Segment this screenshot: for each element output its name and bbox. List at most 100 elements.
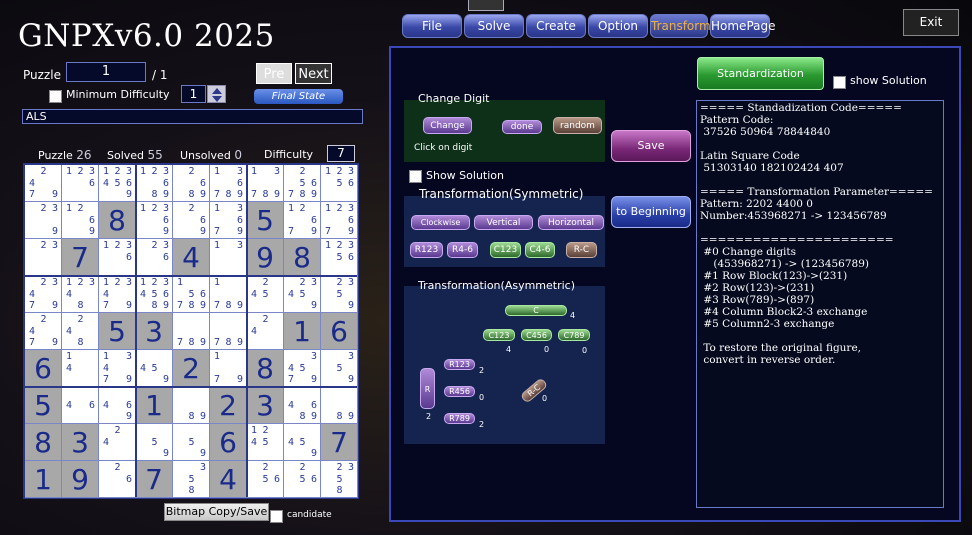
grid-cell[interactable]: 6 [210, 424, 247, 461]
grid-cell[interactable]: 7 [62, 239, 99, 276]
grid-cell[interactable]: 12356 [321, 165, 358, 202]
grid-cell[interactable]: 23 47 9 [25, 276, 62, 313]
spinner-up-icon[interactable] [212, 88, 222, 94]
exit-button[interactable]: Exit [903, 9, 959, 36]
grid-cell[interactable]: 23 9 [25, 202, 62, 239]
grid-cell[interactable]: 3 457 9 [284, 350, 321, 387]
grid-cell[interactable]: 789 [173, 313, 210, 350]
grid-cell[interactable]: 123 48 [62, 276, 99, 313]
grid-cell[interactable]: 4 [210, 461, 247, 498]
grid-cell[interactable]: 59 [136, 424, 173, 461]
grid-cell[interactable]: 256 [284, 461, 321, 498]
grid-cell[interactable]: 256 789 [284, 165, 321, 202]
grid-cell[interactable]: 2358 [321, 461, 358, 498]
grid-cell[interactable]: 1 [25, 461, 62, 498]
c-asym-button[interactable]: C [505, 305, 567, 316]
grid-cell[interactable]: 4 689 [284, 387, 321, 424]
grid-cell[interactable]: 1 [136, 387, 173, 424]
min-difficulty-input[interactable]: 1 [181, 85, 206, 103]
grid-cell[interactable]: 358 [173, 461, 210, 498]
standardization-button[interactable]: Standardization [697, 57, 824, 90]
grid-cell[interactable]: 3 [62, 424, 99, 461]
grid-cell[interactable]: 2689 [173, 165, 210, 202]
grid-cell[interactable]: 1269 [62, 202, 99, 239]
change-button[interactable]: Change [423, 117, 472, 134]
grid-cell[interactable]: 26 [99, 461, 136, 498]
c456-asym-button[interactable]: C456 [521, 329, 552, 341]
spinner-down-icon[interactable] [212, 96, 222, 102]
puzzle-number-input[interactable]: 1 [66, 62, 146, 82]
grid-cell[interactable]: 4 69 [99, 387, 136, 424]
grid-cell[interactable]: 3 [136, 313, 173, 350]
grid-cell[interactable]: 23 [25, 239, 62, 276]
grid-cell[interactable]: 5 [25, 387, 62, 424]
grid-cell[interactable]: 8 [99, 202, 136, 239]
grid-cell[interactable]: 1245 [247, 424, 284, 461]
c123-sym-button[interactable]: C123 [490, 242, 521, 258]
grid-cell[interactable]: 14 [62, 350, 99, 387]
grid-cell[interactable]: 4 [173, 239, 210, 276]
grid-cell[interactable]: 1236 [62, 165, 99, 202]
save-button[interactable]: Save [611, 130, 691, 162]
menu-homepage[interactable]: HomePage [710, 14, 776, 38]
r-asym-button[interactable]: R [420, 368, 435, 409]
grid-cell[interactable]: 7 [321, 424, 358, 461]
show-solution2-checkbox[interactable] [833, 74, 846, 93]
grid-cell[interactable]: 123 47 9 [99, 276, 136, 313]
show-solution-checkbox[interactable] [409, 168, 422, 187]
grid-cell[interactable]: 247 9 [25, 313, 62, 350]
grid-cell[interactable]: 2 [173, 350, 210, 387]
vertical-button[interactable]: Vertical [474, 215, 533, 230]
rc-sym-button[interactable]: R-C [566, 242, 597, 258]
grid-cell[interactable]: 2 [210, 387, 247, 424]
grid-cell[interactable]: 12356 [321, 239, 358, 276]
top-drag-handle[interactable] [468, 0, 504, 11]
r456-asym-button[interactable]: R456 [444, 386, 475, 397]
c123-asym-button[interactable]: C123 [483, 329, 515, 341]
menu-solve[interactable]: Solve [464, 14, 524, 38]
grid-cell[interactable]: 7 [136, 461, 173, 498]
grid-cell[interactable]: 8 [247, 350, 284, 387]
grid-cell[interactable]: 459 [136, 350, 173, 387]
grid-cell[interactable]: 359 [321, 350, 358, 387]
grid-cell[interactable]: 5 [247, 202, 284, 239]
pre-button[interactable]: Pre [256, 63, 292, 84]
r46-sym-button[interactable]: R4-6 [447, 242, 478, 258]
grid-cell[interactable]: 123 45689 [136, 276, 173, 313]
grid-cell[interactable]: 1 7 9 [210, 350, 247, 387]
min-difficulty-spinner[interactable] [207, 85, 226, 103]
grid-cell[interactable]: 1 36 7 9 [210, 202, 247, 239]
grid-cell[interactable]: 156 789 [173, 276, 210, 313]
grid-cell[interactable]: 1 3 789 [247, 165, 284, 202]
grid-cell[interactable]: 5 [99, 313, 136, 350]
r123-sym-button[interactable]: R123 [410, 242, 443, 258]
grid-cell[interactable]: 8 [284, 239, 321, 276]
horizontal-button[interactable]: Horizontal [538, 215, 604, 230]
clockwise-button[interactable]: Clockwise [411, 215, 470, 230]
grid-cell[interactable]: 123689 [136, 165, 173, 202]
grid-cell[interactable]: 2359 [321, 276, 358, 313]
grid-cell[interactable]: 126 7 9 [284, 202, 321, 239]
grid-cell[interactable]: 9 [62, 461, 99, 498]
c46-sym-button[interactable]: C4-6 [525, 242, 555, 258]
r789-asym-button[interactable]: R789 [444, 413, 475, 424]
grid-cell[interactable]: 123 4569 [99, 165, 136, 202]
grid-cell[interactable]: 9 [247, 239, 284, 276]
grid-cell[interactable]: 89 [173, 387, 210, 424]
grid-cell[interactable]: 248 [62, 313, 99, 350]
grid-cell[interactable]: 89 [321, 387, 358, 424]
final-state-button[interactable]: Final State [254, 89, 343, 104]
grid-cell[interactable]: 789 [210, 313, 247, 350]
done-button[interactable]: done [502, 120, 542, 134]
menu-create[interactable]: Create [526, 14, 586, 38]
menu-file[interactable]: File [402, 14, 462, 38]
r123-asym-button[interactable]: R123 [444, 359, 475, 370]
grid-cell[interactable]: 46 [62, 387, 99, 424]
menu-option[interactable]: Option [588, 14, 648, 38]
grid-cell[interactable]: 24 [99, 424, 136, 461]
grid-cell[interactable]: 1789 [210, 276, 247, 313]
sudoku-grid[interactable]: 2479123612345691236892689136789137892567… [23, 163, 359, 499]
grid-cell[interactable]: 1236 [99, 239, 136, 276]
grid-cell[interactable]: 236 [136, 239, 173, 276]
random-button[interactable]: random [553, 117, 602, 134]
